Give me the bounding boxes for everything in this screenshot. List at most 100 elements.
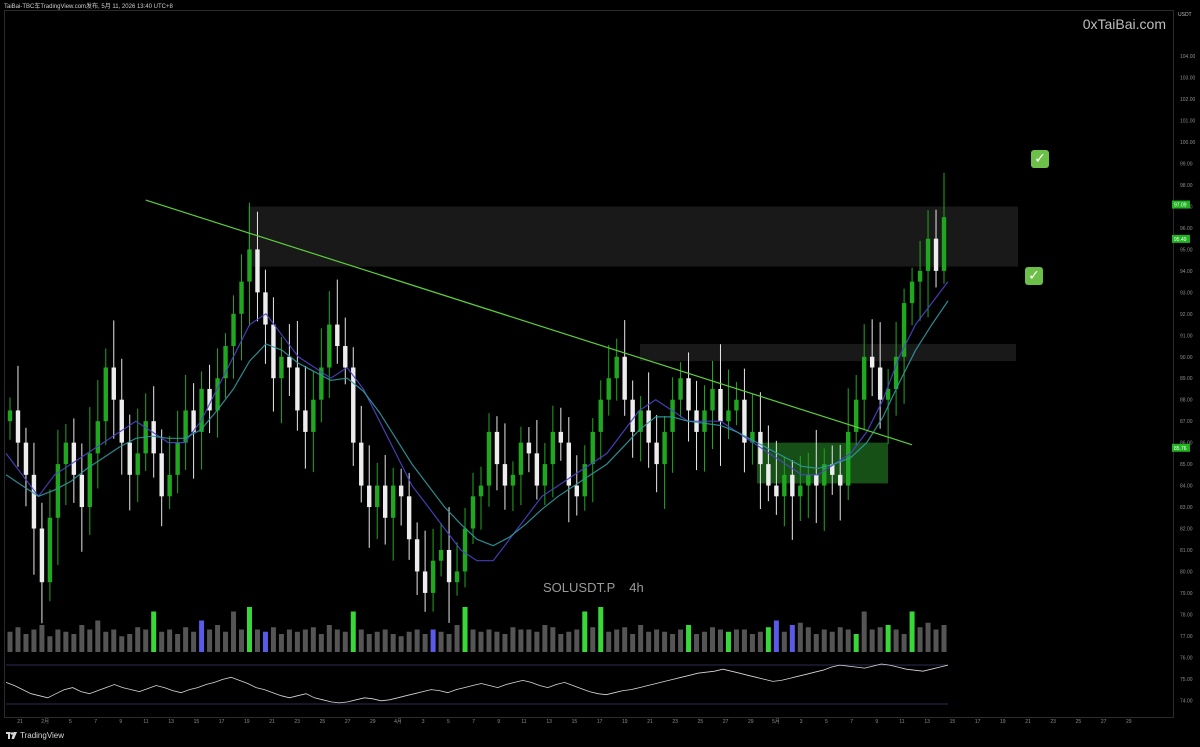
candle-body bbox=[718, 388, 723, 422]
volume-bar bbox=[406, 631, 412, 652]
candle-body bbox=[231, 313, 236, 347]
volume-bar bbox=[510, 627, 516, 652]
candle-body bbox=[909, 281, 915, 304]
candle-body bbox=[734, 399, 739, 411]
volume-bar bbox=[765, 627, 771, 652]
candle-body bbox=[303, 410, 308, 432]
volume-bar bbox=[334, 629, 340, 652]
volume-bar bbox=[925, 622, 931, 652]
x-tick-label: 27 bbox=[345, 719, 351, 725]
volume-bar bbox=[470, 629, 476, 652]
candle-body bbox=[215, 378, 220, 411]
candle-body bbox=[614, 356, 619, 379]
x-tick-label: 3 bbox=[422, 719, 425, 725]
candle-body bbox=[877, 367, 883, 400]
y-tick-label: 77.00 bbox=[1180, 634, 1193, 640]
volume-bar bbox=[741, 629, 747, 652]
candle-body bbox=[71, 442, 77, 475]
volume-bar bbox=[893, 629, 899, 652]
tradingview-logo[interactable]: TradingView bbox=[6, 731, 64, 740]
volume-bar bbox=[143, 629, 149, 652]
y-tick-label: 75.00 bbox=[1180, 677, 1193, 683]
candle-body bbox=[390, 485, 396, 518]
y-tick-label: 90.00 bbox=[1180, 355, 1193, 361]
volume-bar bbox=[558, 634, 564, 652]
volume-bar bbox=[757, 631, 763, 652]
volume-bar bbox=[239, 629, 244, 652]
candle-body bbox=[814, 474, 819, 486]
volume-bar bbox=[326, 625, 332, 652]
x-tick-label: 5 bbox=[447, 719, 450, 725]
y-tick-label: 89.00 bbox=[1180, 376, 1193, 382]
volume-bar bbox=[254, 629, 260, 652]
candle-body bbox=[327, 324, 332, 368]
volume-bar bbox=[159, 631, 165, 652]
price-label-text: 97.09 bbox=[1174, 203, 1187, 209]
x-tick-label: 15 bbox=[950, 719, 956, 725]
volume-bar bbox=[941, 625, 947, 652]
symbol-timeframe: 4h bbox=[629, 580, 644, 595]
x-tick-label: 7 bbox=[850, 719, 853, 725]
candle-body bbox=[726, 410, 731, 422]
candle-body bbox=[87, 453, 93, 508]
volume-bar bbox=[933, 629, 939, 652]
candle-body bbox=[598, 399, 603, 432]
y-tick-label: 99.00 bbox=[1180, 162, 1193, 168]
x-tick-label: 13 bbox=[924, 719, 930, 725]
volume-bar bbox=[414, 629, 420, 652]
candle-body bbox=[135, 453, 140, 475]
x-tick-label: 11 bbox=[143, 719, 148, 725]
candle-body bbox=[311, 399, 316, 432]
volume-bar bbox=[422, 634, 428, 652]
volume-bar bbox=[670, 634, 676, 652]
volume-bar bbox=[31, 629, 37, 652]
candle-body bbox=[622, 356, 627, 400]
y-tick-label: 102.00 bbox=[1180, 97, 1196, 103]
candle-body bbox=[558, 431, 564, 443]
volume-bar bbox=[63, 631, 69, 652]
volume-bar bbox=[278, 634, 284, 652]
candle-body bbox=[646, 410, 651, 443]
volume-bar bbox=[710, 627, 715, 652]
candle-body bbox=[774, 485, 779, 497]
x-tick-label: 17 bbox=[975, 719, 981, 725]
volume-bar bbox=[638, 625, 644, 652]
candle-body bbox=[239, 281, 244, 314]
candle-body bbox=[462, 528, 468, 572]
y-tick-label: 87.00 bbox=[1180, 419, 1193, 425]
volume-bar bbox=[191, 631, 197, 652]
candle-body bbox=[806, 474, 811, 486]
price-label-text: 95.49 bbox=[1174, 237, 1187, 243]
candle-body bbox=[375, 485, 380, 508]
volume-bar bbox=[550, 627, 556, 652]
x-tick-label: 4月 bbox=[394, 719, 402, 725]
y-tick-label: 76.00 bbox=[1180, 655, 1193, 661]
volume-bar bbox=[877, 627, 883, 652]
volume-bar bbox=[502, 634, 508, 652]
volume-bar bbox=[71, 634, 77, 652]
volume-bar bbox=[869, 629, 875, 652]
rsi-line bbox=[5, 663, 949, 704]
y-tick-label: 78.00 bbox=[1180, 612, 1193, 618]
volume-bar bbox=[845, 629, 851, 652]
x-tick-label: 19 bbox=[622, 719, 628, 725]
candle-body bbox=[494, 431, 500, 465]
price-chart[interactable]: 104.00 103.00 102.00 101.00 100.00 99.00 98.00… bbox=[0, 0, 1200, 747]
candle-body bbox=[590, 431, 595, 465]
volume-bar bbox=[686, 625, 692, 652]
candle-body bbox=[287, 356, 292, 368]
volume-bar bbox=[542, 625, 548, 652]
x-tick-label: 29 bbox=[370, 719, 376, 725]
volume-bar bbox=[342, 631, 348, 652]
candle-body bbox=[798, 485, 803, 497]
candle-body bbox=[502, 464, 508, 486]
x-tick-label: 15 bbox=[572, 719, 578, 725]
candle-body bbox=[263, 292, 268, 325]
volume-bar bbox=[781, 631, 787, 652]
x-tick-label: 25 bbox=[320, 719, 326, 725]
volume-bar bbox=[23, 634, 29, 652]
x-tick-label: 5 bbox=[69, 719, 72, 725]
volume-bar bbox=[183, 627, 189, 652]
tradingview-logo-text: TradingView bbox=[20, 731, 65, 740]
candle-body bbox=[111, 367, 116, 400]
